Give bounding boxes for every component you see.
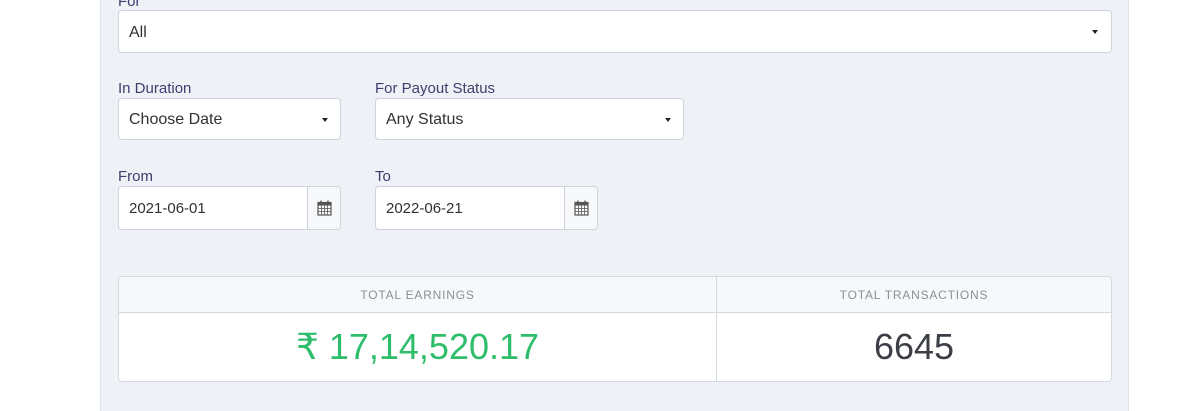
payout-status-label: For Payout Status [375, 80, 496, 97]
caret-down-icon [665, 118, 671, 122]
calendar-icon [573, 200, 589, 216]
duration-select[interactable]: Choose Date [118, 98, 341, 140]
total-transactions-value: 6645 [873, 326, 955, 367]
calendar-icon [316, 200, 332, 216]
payout-status-select-value: Any Status [386, 111, 464, 128]
from-date-picker-button[interactable] [307, 187, 340, 229]
from-date-field: 2021-06-01 [118, 186, 341, 230]
total-transactions-label: TOTAL TRANSACTIONS [717, 277, 1111, 313]
duration-select-value: Choose Date [129, 111, 223, 128]
summary-card: TOTAL EARNINGS ₹ 17,14,520.17 TOTAL TRAN… [118, 276, 1112, 382]
caret-down-icon [1092, 30, 1098, 34]
total-earnings-cell: TOTAL EARNINGS ₹ 17,14,520.17 [119, 277, 717, 381]
caret-down-icon [322, 118, 328, 122]
to-date-field: 2022-06-21 [375, 186, 598, 230]
to-date-picker-button[interactable] [564, 187, 597, 229]
from-label: From [118, 168, 153, 185]
payout-status-select[interactable]: Any Status [375, 98, 684, 140]
total-transactions-cell: TOTAL TRANSACTIONS 6645 [717, 277, 1111, 381]
total-earnings-value: ₹ 17,14,520.17 [295, 326, 540, 367]
to-label: To [375, 168, 391, 185]
total-earnings-label: TOTAL EARNINGS [119, 277, 716, 313]
to-date-input[interactable]: 2022-06-21 [386, 187, 463, 229]
duration-label: In Duration [118, 80, 192, 97]
from-date-input[interactable]: 2021-06-01 [129, 187, 206, 229]
for-select-value: All [129, 24, 147, 41]
for-select[interactable]: All [118, 10, 1112, 53]
